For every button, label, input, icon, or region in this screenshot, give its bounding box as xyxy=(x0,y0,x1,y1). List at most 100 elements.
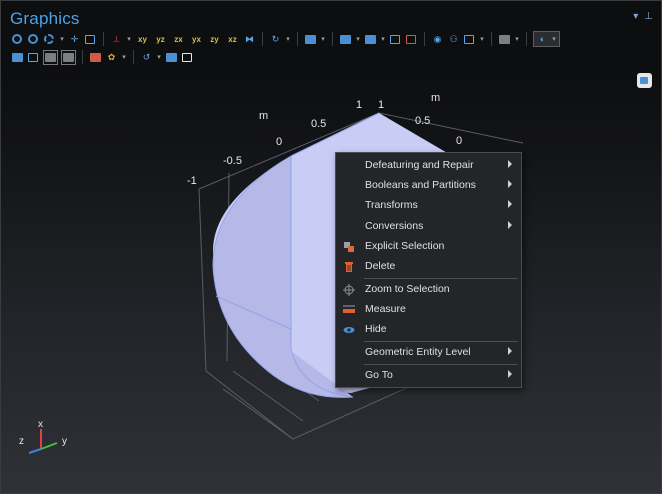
toolbar-separator xyxy=(491,32,492,46)
view-zx-button[interactable]: zx xyxy=(171,33,186,46)
show-grid-icon[interactable] xyxy=(43,49,58,65)
submenu-arrow-icon xyxy=(508,370,512,378)
triad-y-axis xyxy=(40,442,58,450)
axis-tick-left: 0.5 xyxy=(311,118,326,130)
toolbar-separator xyxy=(424,32,425,46)
reset-dropdown-icon[interactable]: ▾ xyxy=(156,51,162,64)
delete-icon xyxy=(345,262,353,272)
axis-tick-right: 0.5 xyxy=(415,115,430,127)
menu-item-label: Delete xyxy=(365,260,396,272)
submenu-arrow-icon xyxy=(508,180,512,188)
explicit-selection-icon xyxy=(344,242,354,252)
menu-item-explicit-selection[interactable]: Explicit Selection xyxy=(336,237,521,257)
wireframe-icon[interactable] xyxy=(27,51,40,64)
view-xz-button[interactable]: xz xyxy=(225,33,240,46)
select-objects-icon[interactable] xyxy=(304,33,317,46)
toolbar-separator xyxy=(297,32,298,46)
domains-dropdown-icon[interactable]: ▾ xyxy=(355,33,361,46)
palette-dropdown-icon[interactable]: ▾ xyxy=(121,51,127,64)
print-icon[interactable] xyxy=(181,51,194,64)
zoom-extents-icon[interactable] xyxy=(84,33,97,46)
box-select-icon[interactable] xyxy=(389,33,402,46)
graphics-window: Graphics ▾ ⊥ ▾ ✛ ⟂ ▾ xy yz zx yx zy xz ⧓… xyxy=(0,0,662,494)
view-axis-icon[interactable]: ⟂ xyxy=(110,33,123,46)
select-domains-icon[interactable] xyxy=(339,33,352,46)
menu-item-label: Defeaturing and Repair xyxy=(365,159,474,171)
view-yx-button[interactable]: yx xyxy=(189,33,204,46)
toolbar-separator xyxy=(262,32,263,46)
submenu-arrow-icon xyxy=(508,221,512,229)
menu-item-label: Hide xyxy=(365,323,387,335)
color-scheme-icon[interactable] xyxy=(89,51,102,64)
menu-item-conversions[interactable]: Conversions xyxy=(336,217,521,237)
menu-item-label: Go To xyxy=(365,369,393,381)
view-zy-button[interactable]: zy xyxy=(207,33,222,46)
hide-objects-icon[interactable]: ⚇ xyxy=(447,33,460,46)
menu-item-label: Transforms xyxy=(365,199,418,211)
coordinate-triad: x y z xyxy=(19,419,67,454)
graphics-toolbar-row-2: ✿ ▾ ↺ ▾ xyxy=(11,49,194,65)
axis-tick-right: 0 xyxy=(456,135,462,147)
rotate-dropdown-icon[interactable]: ▾ xyxy=(285,33,291,46)
menu-item-transforms[interactable]: Transforms xyxy=(336,196,521,216)
measure-icon xyxy=(343,305,355,313)
menu-separator xyxy=(364,364,518,365)
menu-separator xyxy=(364,278,518,279)
toolbar-separator xyxy=(82,50,83,64)
axis-tick-left: 1 xyxy=(356,99,362,111)
graphics-canvas[interactable]: m m -1 -0.5 0 0.5 1 1 0.5 0 xyxy=(1,71,661,491)
pin-icon[interactable]: ⊥ xyxy=(644,11,653,22)
select-boundaries-icon[interactable] xyxy=(364,33,377,46)
submenu-arrow-icon xyxy=(508,347,512,355)
axis-unit-left: m xyxy=(259,110,268,122)
hide-eye-icon xyxy=(343,327,355,333)
camera-icon[interactable] xyxy=(165,51,178,64)
submenu-arrow-icon xyxy=(508,200,512,208)
zoom-to-selection-icon xyxy=(343,284,355,296)
zoom-in-icon[interactable] xyxy=(11,33,24,46)
show-objects-icon[interactable] xyxy=(463,33,476,46)
zoom-out-icon[interactable] xyxy=(27,33,40,46)
zoom-box-icon[interactable] xyxy=(43,33,56,46)
menu-item-geometric-entity-level[interactable]: Geometric Entity Level xyxy=(336,343,521,363)
show-dropdown-icon[interactable]: ▾ xyxy=(479,33,485,46)
view-yz-button[interactable]: yz xyxy=(153,33,168,46)
split-view-icon[interactable]: ⧓ xyxy=(243,33,256,46)
render-mode-dropdown-icon: ▾ xyxy=(552,35,556,43)
view-dropdown-icon[interactable]: ▾ xyxy=(126,33,132,46)
view-xy-button[interactable]: xy xyxy=(135,33,150,46)
menu-item-label: Zoom to Selection xyxy=(365,283,450,295)
menu-item-label: Geometric Entity Level xyxy=(365,346,471,358)
triad-z-axis xyxy=(28,448,42,454)
center-view-icon[interactable]: ✛ xyxy=(68,33,81,46)
render-mode-icon: ◐ xyxy=(539,33,546,44)
zoom-dropdown-icon[interactable]: ▾ xyxy=(59,33,65,46)
visibility-eye-icon[interactable]: ◉ xyxy=(431,33,444,46)
triad-z-label: z xyxy=(19,436,24,447)
reset-view-icon[interactable]: ↺ xyxy=(140,51,153,64)
rotate-icon[interactable]: ↻ xyxy=(269,33,282,46)
menu-item-label: Booleans and Partitions xyxy=(365,179,476,191)
menu-item-zoom-to-selection[interactable]: Zoom to Selection xyxy=(336,280,521,300)
transparency-dropdown-icon[interactable]: ▾ xyxy=(514,33,520,46)
menu-item-go-to[interactable]: Go To xyxy=(336,366,521,386)
menu-item-measure[interactable]: Measure xyxy=(336,300,521,320)
render-mode-selector[interactable]: ◐ ▾ xyxy=(533,31,560,47)
menu-item-defeaturing-and-repair[interactable]: Defeaturing and Repair xyxy=(336,156,521,176)
panel-menu-icon[interactable]: ▾ xyxy=(633,11,638,22)
axis-tick-left: 0 xyxy=(276,136,282,148)
panel-title-tools: ▾ ⊥ xyxy=(633,11,653,22)
transparency-icon[interactable] xyxy=(498,33,511,46)
menu-item-hide[interactable]: Hide xyxy=(336,320,521,340)
menu-item-booleans-and-partitions[interactable]: Booleans and Partitions xyxy=(336,176,521,196)
palette-icon[interactable]: ✿ xyxy=(105,51,118,64)
select-dropdown-icon[interactable]: ▾ xyxy=(320,33,326,46)
scene-light-icon[interactable] xyxy=(11,51,24,64)
menu-item-label: Measure xyxy=(365,303,406,315)
boundaries-dropdown-icon[interactable]: ▾ xyxy=(380,33,386,46)
graphics-toolbar-row-1: ▾ ✛ ⟂ ▾ xy yz zx yx zy xz ⧓ ↻ ▾ ▾ ▾ ▾ ◉ … xyxy=(11,31,560,47)
show-axis-icon[interactable] xyxy=(61,49,76,65)
menu-item-delete[interactable]: Delete xyxy=(336,257,521,277)
deselect-icon[interactable] xyxy=(405,33,418,46)
panel-title: Graphics xyxy=(10,9,80,28)
